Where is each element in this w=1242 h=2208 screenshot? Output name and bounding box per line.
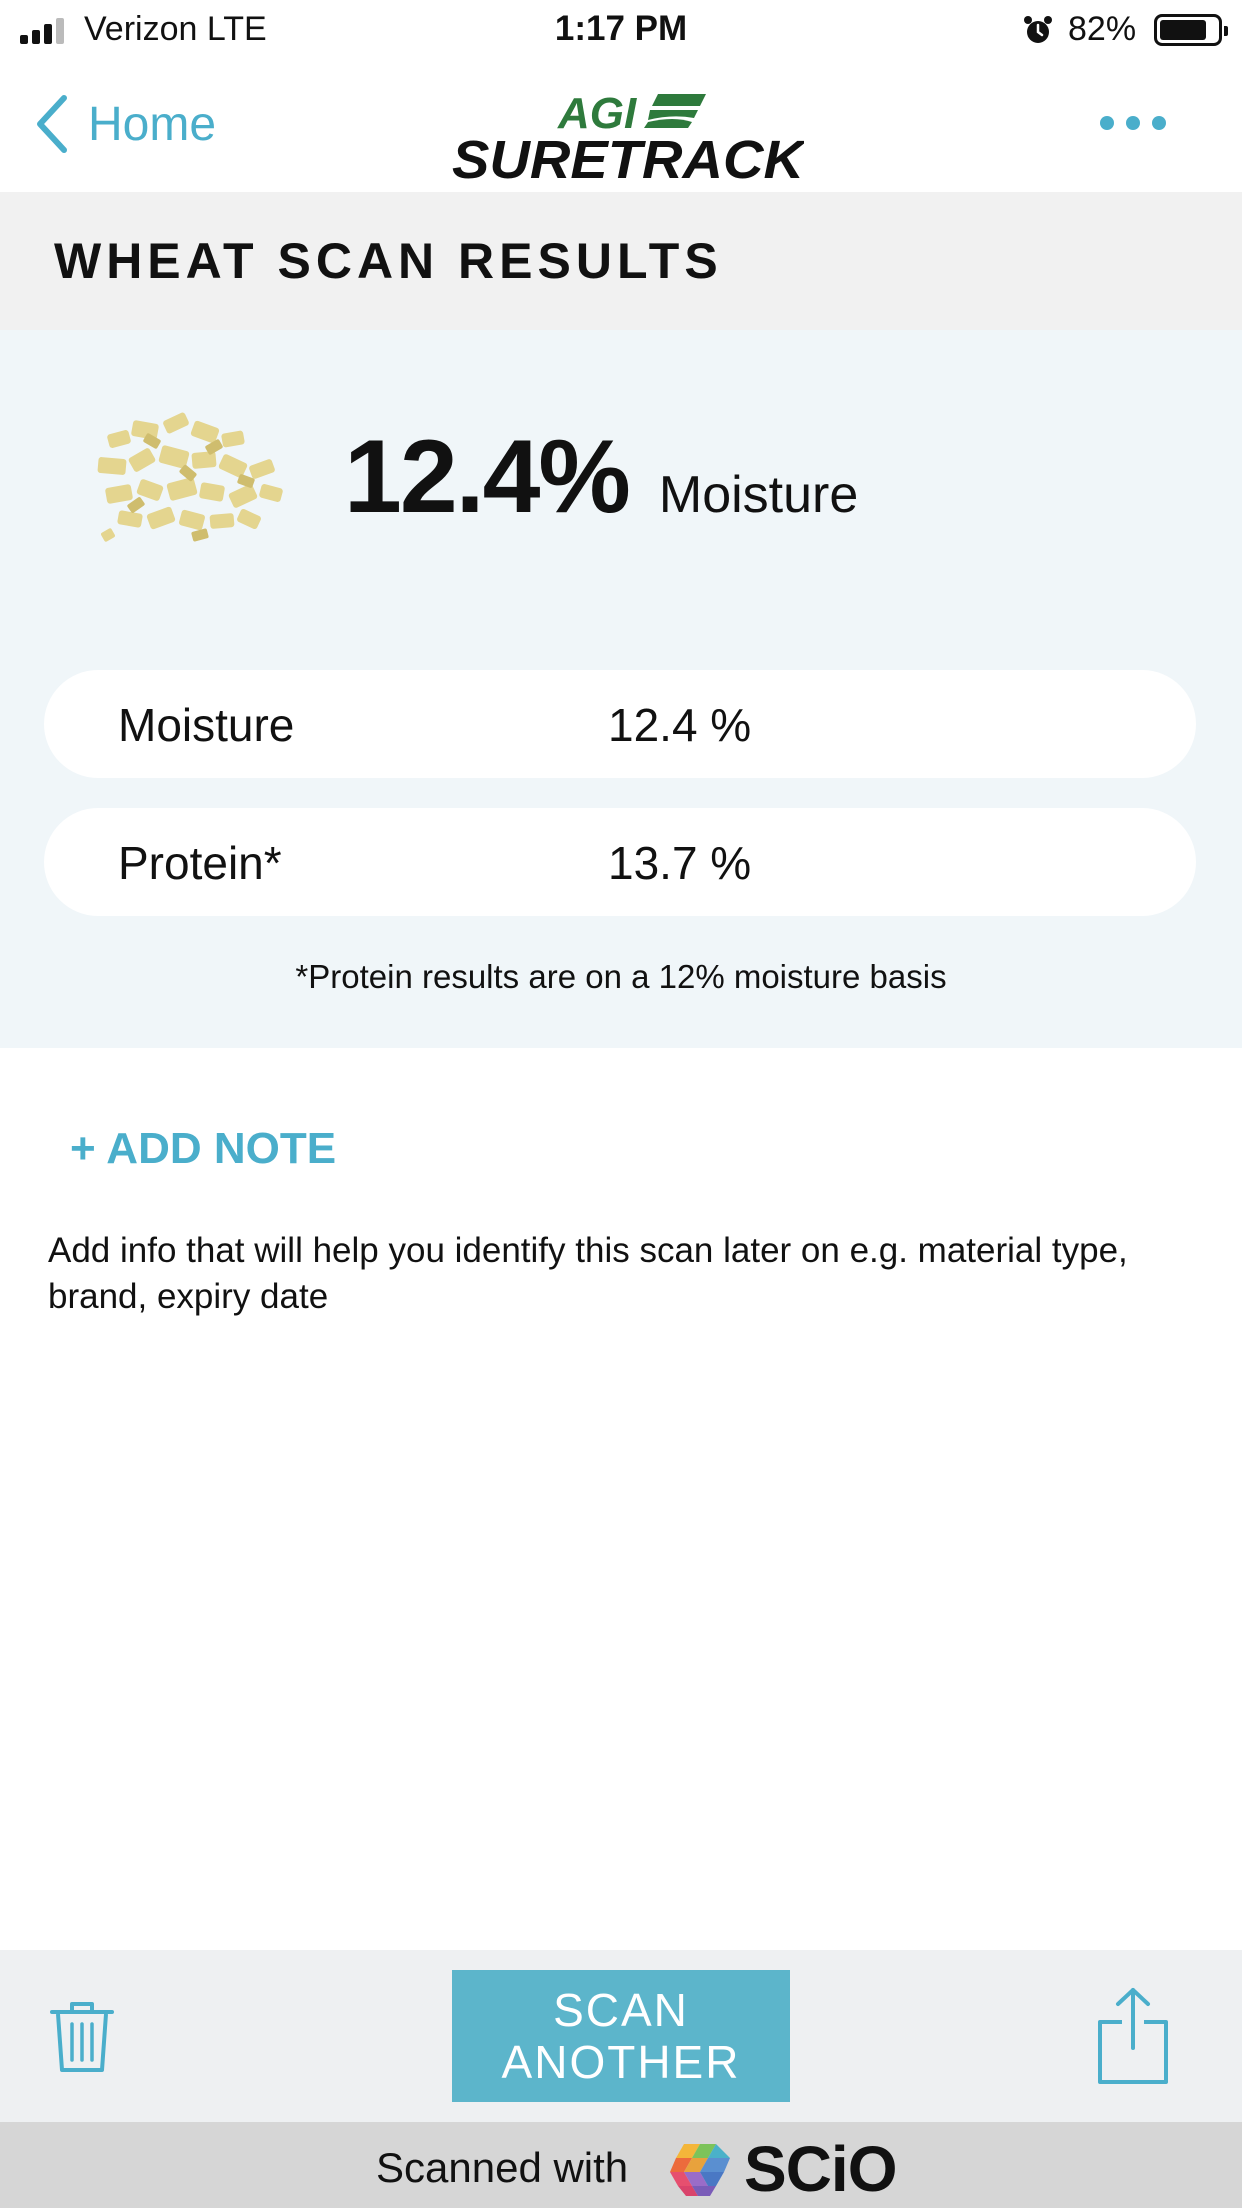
page-title: WHEAT SCAN RESULTS	[54, 233, 723, 289]
result-row-protein: Protein* 13.7 %	[44, 808, 1196, 916]
scanned-with-label: Scanned with	[376, 2144, 629, 2191]
result-value: 12.4 %	[608, 699, 752, 751]
title-strip: WHEAT SCAN RESULTS	[0, 192, 1242, 330]
bottom-toolbar: SCAN ANOTHER	[0, 1950, 1242, 2122]
scan-button-line2: ANOTHER	[501, 2036, 741, 2088]
nav-bar: Home AGI SURETRACK	[0, 62, 1242, 192]
ellipsis-icon	[1100, 116, 1114, 130]
battery-percent: 82%	[1068, 10, 1137, 48]
protein-footnote: *Protein results are on a 12% moisture b…	[295, 958, 947, 995]
back-label: Home	[88, 97, 217, 151]
scio-logo-icon	[670, 2144, 730, 2196]
alarm-icon	[1024, 16, 1052, 43]
headline-unit: Moisture	[658, 466, 859, 524]
share-icon[interactable]	[1096, 1986, 1170, 2086]
agi-suretrack-logo: AGI SURETRACK	[452, 89, 804, 182]
logo-suretrack-text: SURETRACK	[452, 130, 804, 182]
chevron-left-icon	[37, 95, 67, 153]
result-value: 13.7 %	[608, 837, 752, 889]
wheat-grain-icon	[97, 412, 283, 542]
results-panel: 12.4% Moisture Moisture 12.4 % Protein* …	[0, 330, 1242, 1048]
scan-button-line1: SCAN	[553, 1984, 689, 2036]
status-time: 1:17 PM	[554, 9, 688, 48]
scanned-with-footer: Scanned with SCiO	[0, 2122, 1242, 2208]
add-note-button[interactable]: + ADD NOTE	[70, 1124, 336, 1174]
back-button[interactable]: Home	[34, 94, 216, 154]
more-options-button[interactable]	[1100, 116, 1166, 130]
result-label: Moisture	[118, 699, 295, 751]
status-bar: Verizon LTE 1:17 PM 82%	[0, 0, 1242, 62]
moisture-headline: 12.4% Moisture	[344, 418, 858, 537]
result-label: Protein*	[118, 837, 282, 889]
headline-value: 12.4%	[344, 419, 631, 535]
result-row-moisture: Moisture 12.4 %	[44, 670, 1196, 778]
scan-another-button[interactable]: SCAN ANOTHER	[452, 1970, 790, 2102]
trash-icon[interactable]	[48, 2000, 116, 2074]
note-help-text: Add info that will help you identify thi…	[48, 1231, 1128, 1316]
battery-icon	[1154, 14, 1228, 46]
scio-brand: SCiO	[744, 2133, 897, 2205]
